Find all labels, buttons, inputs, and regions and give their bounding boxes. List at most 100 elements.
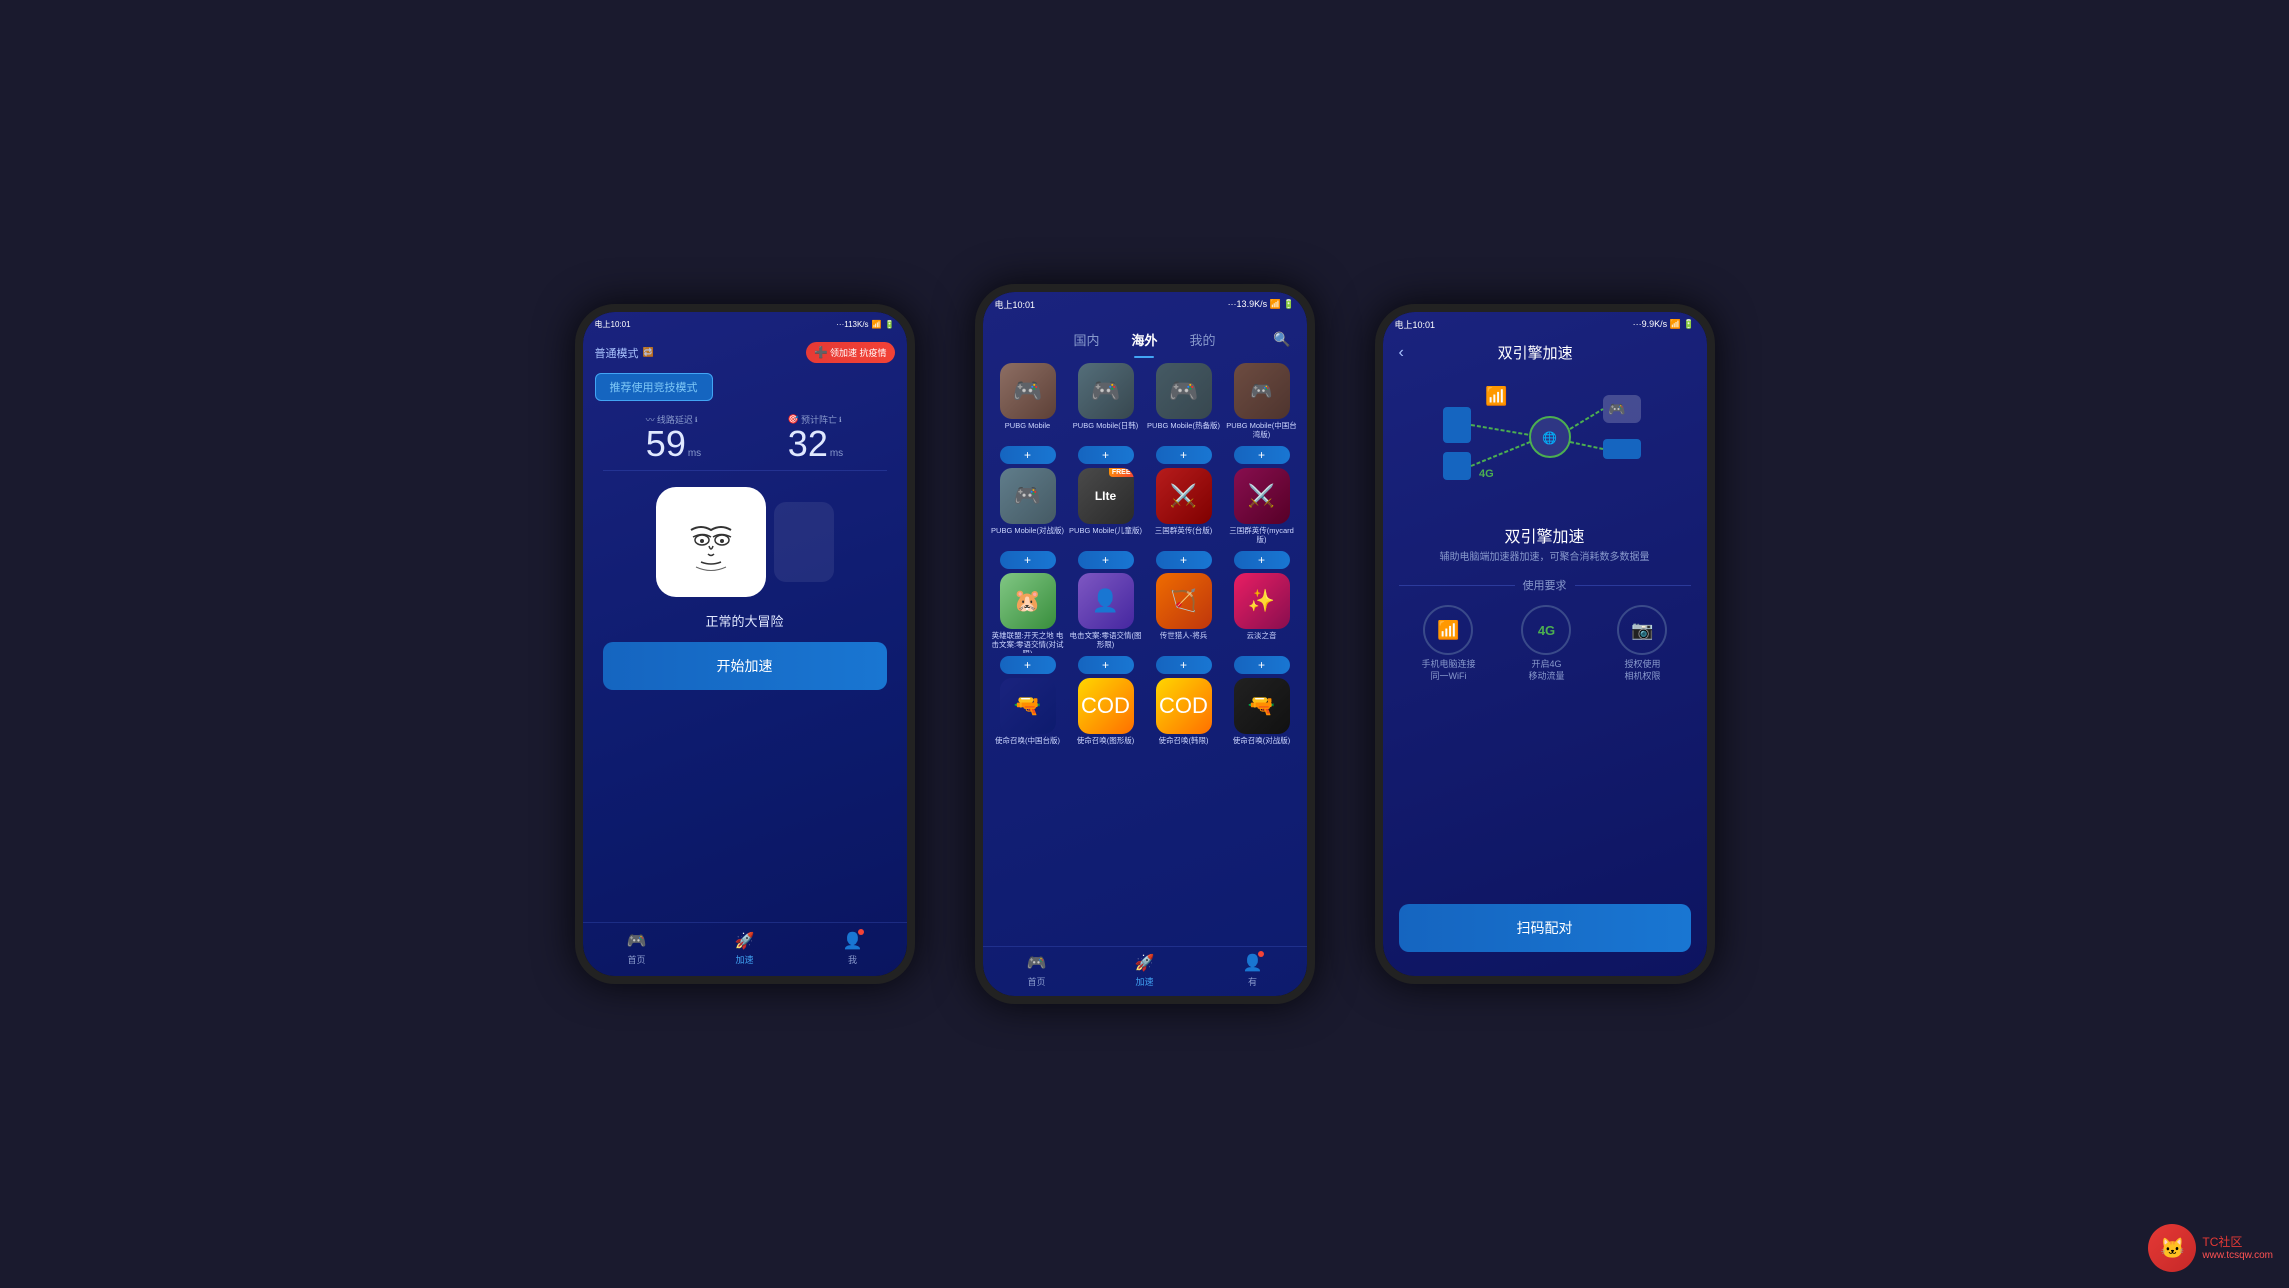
lite-badge: FREE [1109, 468, 1134, 477]
game-card-sgz2: ⚔️ 三国群英传(mycard版) + [1225, 468, 1299, 569]
game-title: 三国群英传(mycard版) [1225, 526, 1299, 548]
watermark-url: www.tcsqw.com [2202, 1250, 2273, 1261]
back-btn[interactable]: ‹ [1399, 344, 1404, 362]
nav-profile[interactable]: 👤 我 [843, 931, 863, 966]
game-title: PUBG Mobile(中国台湾版) [1225, 421, 1299, 443]
add-btn[interactable]: + [1234, 551, 1290, 569]
game-card-cod2: COD 使命召唤(图形版) [1069, 678, 1143, 758]
game-title: PUBG Mobile [1005, 421, 1050, 443]
status-bar-3: 电上10:01 ···9.9K/s 📶 🔋 [1383, 312, 1707, 336]
nav-speed-2[interactable]: 🚀 加速 [1135, 953, 1155, 988]
add-btn[interactable]: + [1078, 551, 1134, 569]
nav-home-2[interactable]: 🎮 首页 [1027, 953, 1047, 988]
phone2-nav: 🎮 首页 🚀 加速 👤 有 [983, 946, 1307, 996]
req-item-camera: 📷 授权使用相机权限 [1617, 605, 1667, 682]
phone3-screen: 电上10:01 ···9.9K/s 📶 🔋 ‹ 双引擎加速 📶 4G 🌐 [1383, 312, 1707, 976]
phone1-screen: 电上10:01 ···113K/s 📶 🔋 普通模式 🔁 ➕ 领加速 抗疫情 推… [583, 312, 907, 976]
status-right-1: ···113K/s 📶 🔋 [836, 320, 894, 329]
status-bar-2: 电上10:01 ···13.9K/s 📶 🔋 [983, 292, 1307, 316]
recommend-btn[interactable]: 推荐使用竞技模式 [595, 373, 713, 401]
game-card-hamster: 🐹 英雄联盟:开天之地 电击文案:零语交情(对试限) + [991, 573, 1065, 674]
games-row-1: 🎮 PUBG Mobile + 🎮 PUBG Mobile(日韩) + 🎮 [991, 363, 1299, 464]
game-title: PUBG Mobile(对战版) [991, 526, 1064, 548]
game-card-anime: 👤 电击文案:零语交情(图形限) + [1069, 573, 1143, 674]
stat-latency: 〰 线路延迟 ℹ 59 ms [646, 413, 701, 462]
phone3-header: ‹ 双引擎加速 [1383, 336, 1707, 369]
status-right-3: ···9.9K/s 📶 🔋 [1633, 319, 1695, 330]
svg-text:🌐: 🌐 [1542, 431, 1557, 445]
tab-search-icon[interactable]: 🔍 [1273, 331, 1290, 348]
phone-3: 电上10:01 ···9.9K/s 📶 🔋 ‹ 双引擎加速 📶 4G 🌐 [1375, 304, 1715, 984]
add-btn[interactable]: + [1156, 551, 1212, 569]
start-btn[interactable]: 开始加速 [603, 642, 887, 690]
game-title: 电击文案:零语交情(图形限) [1069, 631, 1143, 653]
game-card-fps1: 🔫 使命召唤(中国台版) [991, 678, 1065, 758]
add-btn[interactable]: + [1000, 446, 1056, 464]
watermark-icon: 🐱 [2148, 1224, 2196, 1272]
status-left-1: 电上10:01 [595, 319, 631, 330]
add-btn[interactable]: + [1078, 656, 1134, 674]
mode-label: 普通模式 🔁 [595, 345, 654, 361]
watermark-site: TC社区 [2202, 1235, 2273, 1251]
phone-1: 电上10:01 ···113K/s 📶 🔋 普通模式 🔁 ➕ 领加速 抗疫情 推… [575, 304, 915, 984]
nav-profile-2[interactable]: 👤 有 [1243, 953, 1263, 988]
phone1-nav: 🎮 首页 🚀 加速 👤 我 [583, 922, 907, 976]
game-side-icon [774, 502, 834, 582]
games-row-2: 🎮 PUBG Mobile(对战版) + LIte FREE PUBG Mobi… [991, 468, 1299, 569]
divider-1 [603, 470, 887, 471]
add-btn[interactable]: + [1000, 551, 1056, 569]
nav-speed[interactable]: 🚀 加速 [735, 931, 755, 966]
game-card-sgz1: ⚔️ 三国群英传(台版) + [1147, 468, 1221, 569]
req-item-4g: 4G 开启4G移动流量 [1521, 605, 1571, 682]
game-title: 云淡之音 [1247, 631, 1277, 653]
game-area [583, 479, 907, 605]
add-btn[interactable]: + [1156, 446, 1212, 464]
add-btn[interactable]: + [1000, 656, 1056, 674]
nav-home[interactable]: 🎮 首页 [627, 931, 647, 966]
status-left-2: 电上10:01 [995, 298, 1036, 311]
dual-engine-desc: 辅助电脑端加速器加速，可聚合消耗数多数据量 [1383, 551, 1707, 565]
game-title: PUBG Mobile(儿童版) [1069, 526, 1142, 548]
game-card-pubg1: 🎮 PUBG Mobile + [991, 363, 1065, 464]
network-diagram: 📶 4G 🌐 🎮 [1435, 377, 1655, 507]
game-card-pubg3: 🎮 PUBG Mobile(热备版) + [1147, 363, 1221, 464]
face-svg [671, 502, 751, 582]
game-card-pubg5: 🎮 PUBG Mobile(对战版) + [991, 468, 1065, 569]
requirements-section: 使用要求 📶 手机电脑连接同一WiFi 4G 开启4G移动流量 📷 授权使用相机… [1399, 577, 1691, 682]
phone2-screen: 电上10:01 ···13.9K/s 📶 🔋 国内 海外 我的 🔍 🎮 [983, 292, 1307, 996]
add-btn[interactable]: + [1078, 446, 1134, 464]
game-card-pubg4: 🎮 PUBG Mobile(中国台湾版) + [1225, 363, 1299, 464]
svg-text:🎮: 🎮 [1608, 401, 1625, 417]
game-title: 英雄联盟:开天之地 电击文案:零语交情(对试限) [991, 631, 1065, 653]
phone-2: 电上10:01 ···13.9K/s 📶 🔋 国内 海外 我的 🔍 🎮 [975, 284, 1315, 1004]
antivirus-btn[interactable]: ➕ 领加速 抗疫情 [806, 342, 894, 363]
game-title: PUBG Mobile(热备版) [1147, 421, 1220, 443]
svg-text:4G: 4G [1479, 468, 1494, 480]
games-row-3: 🐹 英雄联盟:开天之地 电击文案:零语交情(对试限) + 👤 电击文案:零语交情… [991, 573, 1299, 674]
tab-overseas[interactable]: 海外 [1115, 324, 1173, 355]
add-btn[interactable]: + [1156, 656, 1212, 674]
network-diagram-svg: 📶 4G 🌐 🎮 [1435, 377, 1655, 507]
scan-btn[interactable]: 扫码配对 [1399, 904, 1691, 952]
req-item-wifi: 📶 手机电脑连接同一WiFi [1421, 605, 1475, 682]
status-right-2: ···13.9K/s 📶 🔋 [1228, 299, 1295, 310]
phone2-tabs: 国内 海外 我的 🔍 [983, 316, 1307, 355]
game-title: 使命召唤(韩限) [1159, 736, 1209, 758]
game-card-cod4: 🔫 使命召唤(对战版) [1225, 678, 1299, 758]
game-card-cloud: ✨ 云淡之音 + [1225, 573, 1299, 674]
add-btn[interactable]: + [1234, 656, 1290, 674]
stat-predict: 🎯 预计阵亡 ℹ 32 ms [788, 413, 843, 462]
game-card-cod3: COD 使命召唤(韩限) [1147, 678, 1221, 758]
game-title: 传世猎人-将兵 [1160, 631, 1208, 653]
game-title: 使命召唤(对战版) [1233, 736, 1291, 758]
game-name: 正常的大冒险 [583, 605, 907, 636]
game-card-pubg2: 🎮 PUBG Mobile(日韩) + [1069, 363, 1143, 464]
tab-domestic[interactable]: 国内 [1057, 324, 1115, 355]
add-btn[interactable]: + [1234, 446, 1290, 464]
games-grid: 🎮 PUBG Mobile + 🎮 PUBG Mobile(日韩) + 🎮 [983, 355, 1307, 946]
game-card-pubg-lite: LIte FREE PUBG Mobile(儿童版) + [1069, 468, 1143, 569]
games-row-4: 🔫 使命召唤(中国台版) COD 使命召唤(图形版) COD 使命召唤(韩限) [991, 678, 1299, 758]
game-title: 使命召唤(图形版) [1077, 736, 1135, 758]
game-title: 三国群英传(台版) [1155, 526, 1213, 548]
tab-mine[interactable]: 我的 [1174, 324, 1232, 355]
